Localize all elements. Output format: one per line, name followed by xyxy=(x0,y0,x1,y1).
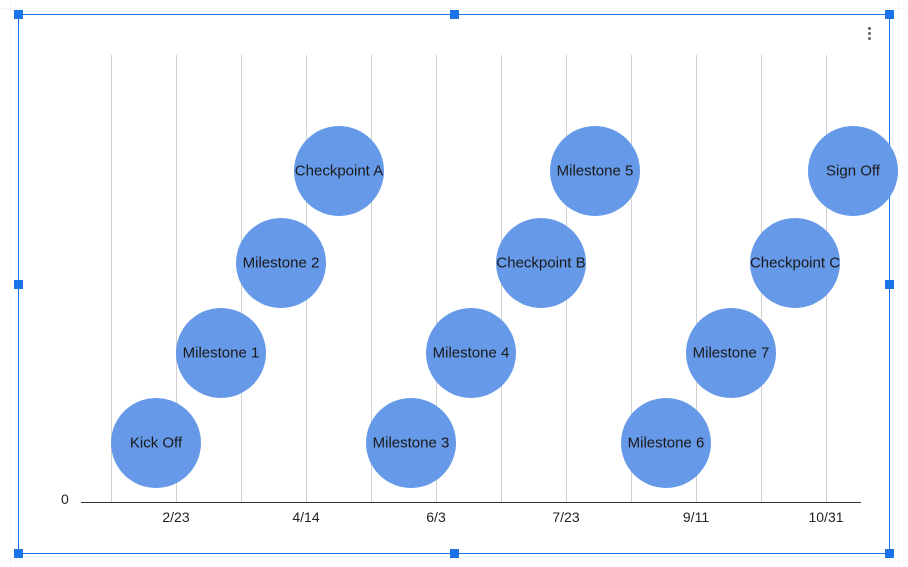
x-axis-baseline xyxy=(81,502,861,503)
bubble-label: Kick Off xyxy=(130,435,182,452)
selection-handle-bottom-left[interactable] xyxy=(14,549,23,558)
selection-handle-top-mid[interactable] xyxy=(450,10,459,19)
chart-object[interactable]: 0 Kick Off Milestone 1 Milestone 2 Checkpoi… xyxy=(18,14,890,554)
plot-area: Kick Off Milestone 1 Milestone 2 Checkpoint… xyxy=(81,55,861,503)
bubble-label: Milestone 2 xyxy=(243,255,320,272)
bubble-label: Sign Off xyxy=(826,163,880,180)
x-axis-tick-label: 10/31 xyxy=(808,509,843,525)
bubble-label: Milestone 1 xyxy=(183,345,260,362)
bubble-label: Checkpoint A xyxy=(295,163,383,180)
kebab-dot-icon xyxy=(868,32,871,35)
selection-handle-top-left[interactable] xyxy=(14,10,23,19)
selection-handle-bottom-right[interactable] xyxy=(885,549,894,558)
kebab-dot-icon xyxy=(868,37,871,40)
x-axis-tick-label: 6/3 xyxy=(426,509,445,525)
bubble-label: Milestone 4 xyxy=(433,345,510,362)
bubble-label: Milestone 6 xyxy=(628,435,705,452)
selection-handle-left-mid[interactable] xyxy=(14,280,23,289)
bubble-label: Milestone 5 xyxy=(557,163,634,180)
bubble-label: Milestone 3 xyxy=(373,435,450,452)
kebab-dot-icon xyxy=(868,27,871,30)
bubble-label: Checkpoint B xyxy=(496,255,585,272)
selection-handle-top-right[interactable] xyxy=(885,10,894,19)
x-axis-tick-label: 7/23 xyxy=(552,509,579,525)
x-axis-labels: 2/23 4/14 6/3 7/23 9/11 10/31 xyxy=(81,509,861,533)
selection-handle-bottom-mid[interactable] xyxy=(450,549,459,558)
x-axis-tick-label: 9/11 xyxy=(683,509,709,525)
selection-handle-right-mid[interactable] xyxy=(885,280,894,289)
y-axis-zero-label: 0 xyxy=(61,491,69,507)
chart-options-button[interactable] xyxy=(859,23,879,43)
bubble-label: Milestone 7 xyxy=(693,345,770,362)
bubble-label: Checkpoint C xyxy=(750,255,840,272)
x-axis-tick-label: 4/14 xyxy=(292,509,319,525)
x-axis-tick-label: 2/23 xyxy=(162,509,189,525)
